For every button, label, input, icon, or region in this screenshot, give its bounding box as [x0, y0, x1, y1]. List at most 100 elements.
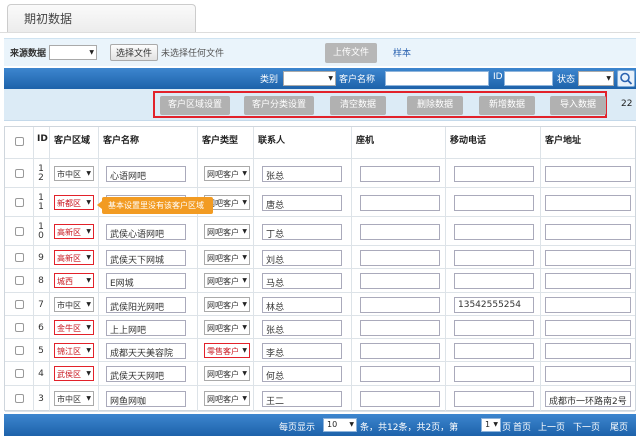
- sample-link[interactable]: 样本: [393, 46, 411, 59]
- customer-name-field[interactable]: 成都天天美容院: [106, 343, 186, 359]
- source-select[interactable]: [49, 45, 98, 60]
- region-select[interactable]: 城西: [54, 273, 94, 288]
- row-checkbox[interactable]: [15, 198, 24, 207]
- customer-name-field[interactable]: 武侯天天网吧: [106, 366, 186, 382]
- customer-type-select[interactable]: 网吧客户: [204, 166, 250, 181]
- contact-field[interactable]: 马总: [262, 273, 342, 289]
- category-settings-button[interactable]: 客户分类设置: [244, 96, 314, 115]
- choose-file-button[interactable]: 选择文件: [110, 44, 159, 61]
- next-page-link[interactable]: 下一页: [573, 420, 600, 433]
- contact-field[interactable]: 丁总: [262, 224, 342, 240]
- mobile-field[interactable]: [454, 320, 534, 336]
- customer-type-select[interactable]: 网吧客户: [204, 320, 250, 335]
- address-field[interactable]: 成都市一环路南2号: [545, 391, 631, 407]
- address-field[interactable]: [545, 343, 631, 359]
- mobile-field[interactable]: 13542555254: [454, 297, 534, 313]
- contact-field[interactable]: 唐总: [262, 195, 342, 211]
- status-select[interactable]: [578, 71, 614, 86]
- customer-type-select[interactable]: 网吧客户: [204, 391, 250, 406]
- address-field[interactable]: [545, 297, 631, 313]
- prev-page-link[interactable]: 上一页: [538, 420, 565, 433]
- upload-button[interactable]: 上传文件: [325, 43, 377, 63]
- contact-field[interactable]: 张总: [262, 320, 342, 336]
- customer-type-select[interactable]: 网吧客户: [204, 273, 250, 288]
- phone-field[interactable]: [360, 297, 440, 313]
- row-checkbox[interactable]: [15, 394, 24, 403]
- region-select[interactable]: 武侯区: [54, 366, 94, 381]
- customer-name-field[interactable]: 上上网吧: [106, 320, 186, 336]
- mobile-field[interactable]: [454, 250, 534, 266]
- mobile-field[interactable]: [454, 366, 534, 382]
- address-field[interactable]: [545, 273, 631, 289]
- customer-name-field[interactable]: E网城: [106, 273, 186, 289]
- id-input[interactable]: [504, 71, 553, 86]
- customer-type-select[interactable]: 零售客户: [204, 343, 250, 358]
- row-checkbox[interactable]: [15, 227, 24, 236]
- address-field[interactable]: [545, 320, 631, 336]
- select-all-checkbox[interactable]: [15, 137, 24, 146]
- contact-field[interactable]: 林总: [262, 297, 342, 313]
- phone-field[interactable]: [360, 391, 440, 407]
- mobile-field[interactable]: [454, 391, 534, 407]
- phone-field[interactable]: [360, 195, 440, 211]
- mobile-field[interactable]: [454, 224, 534, 240]
- row-checkbox[interactable]: [15, 346, 24, 355]
- region-select[interactable]: 高新区: [54, 250, 94, 265]
- page-select[interactable]: 1: [481, 418, 501, 432]
- phone-field[interactable]: [360, 250, 440, 266]
- region-select[interactable]: 市中区: [54, 297, 94, 312]
- last-page-link[interactable]: 尾页: [610, 420, 628, 433]
- customer-name-field[interactable]: 心语网吧: [106, 166, 186, 182]
- clear-data-button[interactable]: 清空数据: [330, 96, 386, 115]
- customer-name-field[interactable]: 武侯天下网城: [106, 250, 186, 266]
- contact-field[interactable]: 李总: [262, 343, 342, 359]
- delete-data-button[interactable]: 删除数据: [407, 96, 463, 115]
- row-checkbox[interactable]: [15, 253, 24, 262]
- contact-field[interactable]: 张总: [262, 166, 342, 182]
- address-field[interactable]: [545, 224, 631, 240]
- region-select[interactable]: 金牛区: [54, 320, 94, 335]
- address-field[interactable]: [545, 250, 631, 266]
- import-data-button[interactable]: 导入数据: [550, 96, 606, 115]
- add-data-button[interactable]: 新增数据: [479, 96, 535, 115]
- first-page-link[interactable]: 首页: [513, 420, 531, 433]
- phone-field[interactable]: [360, 320, 440, 336]
- mobile-field[interactable]: [454, 343, 534, 359]
- phone-field[interactable]: [360, 166, 440, 182]
- row-checkbox[interactable]: [15, 323, 24, 332]
- phone-field[interactable]: [360, 366, 440, 382]
- contact-field[interactable]: 刘总: [262, 250, 342, 266]
- phone-field[interactable]: [360, 343, 440, 359]
- customer-type-select[interactable]: 网吧客户: [204, 250, 250, 265]
- row-checkbox[interactable]: [15, 169, 24, 178]
- region-settings-button[interactable]: 客户区域设置: [160, 96, 230, 115]
- address-field[interactable]: [545, 366, 631, 382]
- customer-name-input[interactable]: [385, 71, 489, 86]
- region-select[interactable]: 锦江区: [54, 343, 94, 358]
- address-field[interactable]: [545, 195, 631, 211]
- region-select[interactable]: 市中区: [54, 391, 94, 406]
- tab-initial-data[interactable]: 期初数据: [7, 4, 196, 32]
- customer-type-select[interactable]: 网吧客户: [204, 224, 250, 239]
- mobile-field[interactable]: [454, 195, 534, 211]
- per-page-select[interactable]: 10: [323, 418, 357, 432]
- region-select[interactable]: 高新区: [54, 224, 94, 239]
- contact-field[interactable]: 何总: [262, 366, 342, 382]
- region-select[interactable]: 市中区: [54, 166, 94, 181]
- search-button[interactable]: [617, 70, 635, 87]
- mobile-field[interactable]: [454, 273, 534, 289]
- row-checkbox[interactable]: [15, 369, 24, 378]
- mobile-field[interactable]: [454, 166, 534, 182]
- customer-type-select[interactable]: 网吧客户: [204, 366, 250, 381]
- row-checkbox[interactable]: [15, 300, 24, 309]
- contact-field[interactable]: 王二: [262, 391, 342, 407]
- phone-field[interactable]: [360, 273, 440, 289]
- row-checkbox[interactable]: [15, 276, 24, 285]
- customer-name-field[interactable]: 武侯阳光网吧: [106, 297, 186, 313]
- customer-name-field[interactable]: 武侯心语网吧: [106, 224, 186, 240]
- customer-type-select[interactable]: 网吧客户: [204, 297, 250, 312]
- region-select[interactable]: 新都区: [54, 195, 94, 210]
- address-field[interactable]: [545, 166, 631, 182]
- category-select[interactable]: 客户资料: [283, 71, 336, 86]
- phone-field[interactable]: [360, 224, 440, 240]
